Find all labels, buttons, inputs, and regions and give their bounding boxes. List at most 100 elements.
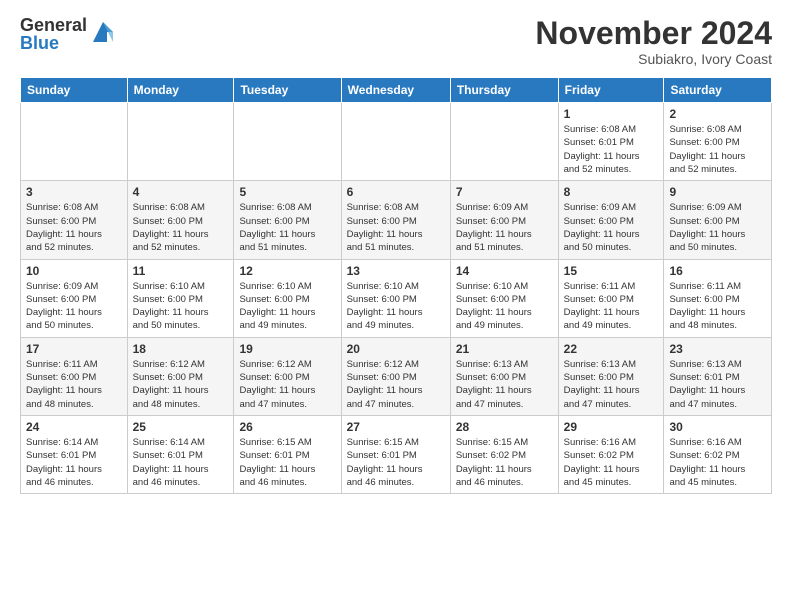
day-number: 13 [347, 264, 445, 278]
day-info: Sunrise: 6:08 AMSunset: 6:01 PMDaylight:… [564, 123, 659, 176]
calendar-cell [21, 103, 128, 181]
day-number: 2 [669, 107, 766, 121]
day-info: Sunrise: 6:10 AMSunset: 6:00 PMDaylight:… [133, 280, 229, 333]
day-info: Sunrise: 6:14 AMSunset: 6:01 PMDaylight:… [133, 436, 229, 489]
day-number: 4 [133, 185, 229, 199]
logo-general: General [20, 16, 87, 34]
calendar-cell: 29Sunrise: 6:16 AMSunset: 6:02 PMDayligh… [558, 415, 664, 493]
day-number: 5 [239, 185, 335, 199]
calendar-cell: 11Sunrise: 6:10 AMSunset: 6:00 PMDayligh… [127, 259, 234, 337]
day-number: 22 [564, 342, 659, 356]
calendar-cell: 8 Sunrise: 6:09 AMSunset: 6:00 PMDaylight… [558, 181, 664, 259]
calendar-day-header: Tuesday [234, 78, 341, 103]
day-number: 8 [564, 185, 659, 199]
calendar-week-row: 17 Sunrise: 6:11 AMSunset: 6:00 PMDayligh… [21, 337, 772, 415]
calendar-week-row: 24Sunrise: 6:14 AMSunset: 6:01 PMDayligh… [21, 415, 772, 493]
day-info: Sunrise: 6:16 AMSunset: 6:02 PMDaylight:… [564, 436, 659, 489]
logo-icon [89, 18, 117, 46]
calendar-table: SundayMondayTuesdayWednesdayThursdayFrid… [20, 77, 772, 494]
calendar-cell: 13 Sunrise: 6:10 AMSunset: 6:00 PMDayligh… [341, 259, 450, 337]
day-info: Sunrise: 6:11 AMSunset: 6:00 PMDaylight:… [669, 280, 766, 333]
day-info: Sunrise: 6:12 AMSunset: 6:00 PMDaylight:… [133, 358, 229, 411]
calendar-cell: 24Sunrise: 6:14 AMSunset: 6:01 PMDayligh… [21, 415, 128, 493]
calendar-cell: 23Sunrise: 6:13 AMSunset: 6:01 PMDayligh… [664, 337, 772, 415]
calendar-day-header: Friday [558, 78, 664, 103]
day-info: Sunrise: 6:08 AMSunset: 6:00 PMDaylight:… [669, 123, 766, 176]
calendar-cell: 3Sunrise: 6:08 AMSunset: 6:00 PMDaylight… [21, 181, 128, 259]
day-info: Sunrise: 6:15 AMSunset: 6:02 PMDaylight:… [456, 436, 553, 489]
day-info: Sunrise: 6:11 AMSunset: 6:00 PMDaylight:… [26, 358, 122, 411]
calendar-cell: 26 Sunrise: 6:15 AMSunset: 6:01 PMDayligh… [234, 415, 341, 493]
day-info: Sunrise: 6:12 AMSunset: 6:00 PMDaylight:… [347, 358, 445, 411]
day-number: 28 [456, 420, 553, 434]
day-info: Sunrise: 6:15 AMSunset: 6:01 PMDaylight:… [347, 436, 445, 489]
day-info: Sunrise: 6:08 AMSunset: 6:00 PMDaylight:… [133, 201, 229, 254]
calendar-cell: 19Sunrise: 6:12 AMSunset: 6:00 PMDayligh… [234, 337, 341, 415]
location: Subiakro, Ivory Coast [535, 51, 772, 67]
day-number: 17 [26, 342, 122, 356]
calendar-cell: 12Sunrise: 6:10 AMSunset: 6:00 PMDayligh… [234, 259, 341, 337]
calendar-cell: 28 Sunrise: 6:15 AMSunset: 6:02 PMDayligh… [450, 415, 558, 493]
calendar-cell: 17 Sunrise: 6:11 AMSunset: 6:00 PMDayligh… [21, 337, 128, 415]
day-info: Sunrise: 6:10 AMSunset: 6:00 PMDaylight:… [347, 280, 445, 333]
day-info: Sunrise: 6:09 AMSunset: 6:00 PMDaylight:… [669, 201, 766, 254]
calendar-day-header: Saturday [664, 78, 772, 103]
day-number: 1 [564, 107, 659, 121]
day-info: Sunrise: 6:16 AMSunset: 6:02 PMDaylight:… [669, 436, 766, 489]
calendar-cell: 10Sunrise: 6:09 AMSunset: 6:00 PMDayligh… [21, 259, 128, 337]
calendar-cell: 20 Sunrise: 6:12 AMSunset: 6:00 PMDayligh… [341, 337, 450, 415]
day-number: 3 [26, 185, 122, 199]
day-number: 21 [456, 342, 553, 356]
day-info: Sunrise: 6:13 AMSunset: 6:01 PMDaylight:… [669, 358, 766, 411]
calendar-cell: 22 Sunrise: 6:13 AMSunset: 6:00 PMDayligh… [558, 337, 664, 415]
calendar-cell [234, 103, 341, 181]
day-info: Sunrise: 6:08 AMSunset: 6:00 PMDaylight:… [347, 201, 445, 254]
calendar-day-header: Thursday [450, 78, 558, 103]
calendar-cell: 1 Sunrise: 6:08 AMSunset: 6:01 PMDaylight… [558, 103, 664, 181]
title-area: November 2024 Subiakro, Ivory Coast [535, 16, 772, 67]
day-info: Sunrise: 6:08 AMSunset: 6:00 PMDaylight:… [239, 201, 335, 254]
calendar-week-row: 1 Sunrise: 6:08 AMSunset: 6:01 PMDaylight… [21, 103, 772, 181]
calendar-cell: 18 Sunrise: 6:12 AMSunset: 6:00 PMDayligh… [127, 337, 234, 415]
calendar-cell: 16Sunrise: 6:11 AMSunset: 6:00 PMDayligh… [664, 259, 772, 337]
calendar-day-header: Monday [127, 78, 234, 103]
day-number: 25 [133, 420, 229, 434]
day-number: 6 [347, 185, 445, 199]
day-number: 15 [564, 264, 659, 278]
day-info: Sunrise: 6:13 AMSunset: 6:00 PMDaylight:… [564, 358, 659, 411]
day-number: 26 [239, 420, 335, 434]
logo-blue: Blue [20, 34, 87, 52]
day-number: 7 [456, 185, 553, 199]
calendar-week-row: 10Sunrise: 6:09 AMSunset: 6:00 PMDayligh… [21, 259, 772, 337]
calendar-cell [450, 103, 558, 181]
logo-text: General Blue [20, 16, 87, 52]
day-number: 27 [347, 420, 445, 434]
day-number: 9 [669, 185, 766, 199]
day-info: Sunrise: 6:09 AMSunset: 6:00 PMDaylight:… [564, 201, 659, 254]
day-info: Sunrise: 6:15 AMSunset: 6:01 PMDaylight:… [239, 436, 335, 489]
day-number: 30 [669, 420, 766, 434]
calendar-cell: 30 Sunrise: 6:16 AMSunset: 6:02 PMDayligh… [664, 415, 772, 493]
day-number: 20 [347, 342, 445, 356]
calendar-header-row: SundayMondayTuesdayWednesdayThursdayFrid… [21, 78, 772, 103]
calendar-cell: 27 Sunrise: 6:15 AMSunset: 6:01 PMDayligh… [341, 415, 450, 493]
day-info: Sunrise: 6:09 AMSunset: 6:00 PMDaylight:… [456, 201, 553, 254]
page: General Blue November 2024 Subiakro, Ivo… [0, 0, 792, 510]
calendar-cell [127, 103, 234, 181]
calendar-cell [341, 103, 450, 181]
day-info: Sunrise: 6:10 AMSunset: 6:00 PMDaylight:… [239, 280, 335, 333]
calendar-day-header: Sunday [21, 78, 128, 103]
month-title: November 2024 [535, 16, 772, 51]
day-info: Sunrise: 6:13 AMSunset: 6:00 PMDaylight:… [456, 358, 553, 411]
day-number: 18 [133, 342, 229, 356]
calendar-week-row: 3 Sunrise: 6:08 AMSunset: 6:00 PMDaylight… [21, 181, 772, 259]
calendar-cell: 21 Sunrise: 6:13 AMSunset: 6:00 PMDayligh… [450, 337, 558, 415]
day-info: Sunrise: 6:14 AMSunset: 6:01 PMDaylight:… [26, 436, 122, 489]
day-info: Sunrise: 6:12 AMSunset: 6:00 PMDaylight:… [239, 358, 335, 411]
calendar-cell: 15Sunrise: 6:11 AMSunset: 6:00 PMDayligh… [558, 259, 664, 337]
day-number: 14 [456, 264, 553, 278]
calendar-cell: 5 Sunrise: 6:08 AMSunset: 6:00 PMDaylight… [234, 181, 341, 259]
day-info: Sunrise: 6:10 AMSunset: 6:00 PMDaylight:… [456, 280, 553, 333]
calendar-cell: 2 Sunrise: 6:08 AMSunset: 6:00 PMDaylight… [664, 103, 772, 181]
day-number: 10 [26, 264, 122, 278]
